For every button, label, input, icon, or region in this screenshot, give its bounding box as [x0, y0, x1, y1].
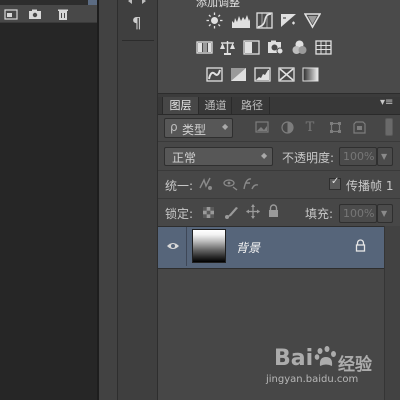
dock-divider [122, 40, 154, 41]
opacity-input[interactable]: 100% [339, 147, 377, 166]
invert-icon[interactable] [206, 66, 223, 83]
selection-edge [88, 0, 97, 5]
watermark-logo: Bai [274, 346, 338, 371]
tab-layers[interactable]: 图层 [162, 97, 199, 114]
layers-scrollbar[interactable] [384, 226, 400, 400]
blend-mode-value: 正常 [172, 151, 197, 165]
lock-position-icon[interactable] [246, 204, 260, 222]
fill-value: 100% [343, 207, 375, 220]
unify-position-icon[interactable] [198, 176, 216, 195]
black-white-icon[interactable] [243, 39, 260, 56]
lock-icon [355, 239, 366, 255]
channel-mixer-icon[interactable] [291, 39, 308, 56]
camera-icon[interactable] [28, 9, 42, 20]
unify-style-icon[interactable] [242, 176, 260, 195]
exposure-icon[interactable] [280, 12, 297, 29]
row-divider [158, 198, 400, 199]
chevron-updown-icon: ◆ [261, 151, 268, 160]
fill-label: 填充: [305, 207, 334, 221]
shape-filter-icon[interactable] [327, 119, 343, 135]
layer-thumbnail [192, 229, 226, 263]
color-balance-icon[interactable] [219, 39, 236, 56]
chevron-down-icon: ▼ [381, 209, 388, 218]
photo-filter-icon[interactable] [267, 39, 284, 56]
layer-kind-filter[interactable]: ρ 类型 ◆ [164, 118, 233, 138]
propagate-label: 传播帧 1 [346, 179, 394, 193]
smart-object-filter-icon[interactable] [351, 119, 367, 135]
gradient-map-icon[interactable] [302, 66, 319, 83]
lock-transparent-pixels-icon[interactable] [203, 207, 214, 221]
check-icon: ✓ [331, 176, 340, 187]
fill-dropdown-button[interactable]: ▼ [377, 204, 393, 223]
lock-image-pixels-icon[interactable] [224, 205, 239, 222]
chevron-updown-icon: ◆ [222, 122, 229, 131]
brightness-contrast-icon[interactable] [206, 12, 223, 29]
fill-input[interactable]: 100% [339, 204, 377, 223]
panel-menu-icon[interactable]: ▾≡ [380, 97, 393, 108]
type-filter-icon[interactable]: T [302, 119, 318, 135]
panel-gap [99, 0, 117, 400]
opacity-label: 不透明度: [282, 151, 335, 165]
search-icon: ρ [170, 120, 178, 134]
collapsed-panel-dock [117, 0, 158, 400]
watermark-text: 经验 [338, 355, 372, 375]
panel-edge [0, 0, 97, 5]
chevron-down-icon: ▼ [381, 152, 388, 161]
row-divider [158, 170, 400, 171]
selective-color-icon[interactable] [278, 66, 295, 83]
posterize-icon[interactable] [230, 66, 247, 83]
tab-channels[interactable]: 通道 [200, 97, 232, 114]
filter-toggle-switch[interactable] [385, 118, 393, 136]
adjustments-title: 添加调整 [196, 0, 240, 9]
vibrance-icon[interactable] [304, 12, 321, 29]
opacity-dropdown-button[interactable]: ▼ [377, 147, 393, 166]
trash-icon[interactable] [56, 9, 70, 20]
unify-visibility-icon[interactable] [221, 176, 239, 195]
kind-label: 类型 [182, 123, 207, 137]
hue-saturation-icon[interactable] [196, 39, 213, 56]
lock-all-icon[interactable] [268, 204, 279, 221]
adjustment-filter-icon[interactable] [279, 119, 295, 135]
curves-icon[interactable] [256, 12, 273, 29]
image-filter-icon[interactable] [254, 119, 270, 135]
arrows-icon[interactable] [126, 0, 148, 10]
layer-name[interactable]: 背景 [236, 239, 260, 256]
propagate-checkbox[interactable]: ✓ [329, 176, 341, 190]
visibility-toggle[interactable] [160, 227, 187, 266]
new-folder-icon[interactable] [4, 9, 18, 20]
blend-mode-select[interactable]: 正常 ◆ [164, 147, 273, 166]
levels-icon[interactable] [231, 12, 251, 29]
row-divider [158, 141, 400, 142]
paragraph-icon[interactable]: ¶ [132, 14, 142, 32]
lock-label: 锁定: [165, 207, 194, 221]
opacity-value: 100% [343, 150, 375, 163]
tab-paths[interactable]: 路径 [235, 97, 270, 114]
unify-label: 统一: [165, 179, 194, 193]
threshold-icon[interactable] [254, 66, 271, 83]
document-canvas-area [0, 0, 97, 400]
watermark-url: jingyan.baidu.com [266, 374, 359, 385]
color-lookup-icon[interactable] [315, 39, 332, 56]
